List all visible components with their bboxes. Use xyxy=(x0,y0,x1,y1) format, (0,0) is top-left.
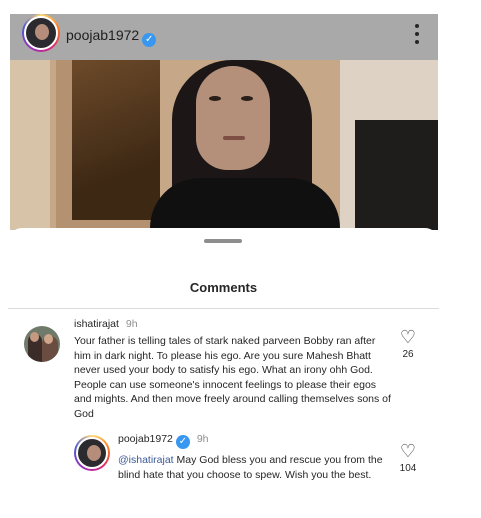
reply-username[interactable]: poojab1972 xyxy=(118,433,173,445)
post-author-username[interactable]: poojab1972 ✓ xyxy=(66,27,157,47)
reply-like-count: 104 xyxy=(399,463,417,474)
verified-badge-icon: ✓ xyxy=(175,435,190,449)
more-options-icon[interactable] xyxy=(414,24,420,44)
post-header: poojab1972 ✓ xyxy=(10,14,438,60)
divider xyxy=(8,308,439,309)
comment-like: ♡ 26 xyxy=(394,328,422,360)
sheet-drag-handle[interactable] xyxy=(204,239,242,243)
reply-avatar[interactable] xyxy=(74,435,110,471)
comment-time: 9h xyxy=(125,318,138,330)
comment-avatar[interactable] xyxy=(24,326,60,362)
reply-text-block: @ishatirajat May God bless you and rescu… xyxy=(118,453,388,482)
verified-badge-icon: ✓ xyxy=(142,33,157,47)
sheet-title: Comments xyxy=(189,280,258,295)
comment-text: Your father is telling tales of stark na… xyxy=(74,335,391,420)
heart-icon[interactable]: ♡ xyxy=(394,328,422,346)
comment-like-count: 26 xyxy=(402,349,414,360)
post-username-text[interactable]: poojab1972 xyxy=(66,27,139,43)
reply-mention-link[interactable]: @ishatirajat xyxy=(118,454,174,466)
reply-item: poojab1972 ✓ 9h @ishatirajat May God bles… xyxy=(118,433,388,482)
post-photo xyxy=(10,60,438,230)
reply-like: ♡ 104 xyxy=(394,442,422,474)
reply-time: 9h xyxy=(196,433,209,445)
comment-item: ishatirajat 9h Your father is telling ta… xyxy=(74,318,392,422)
comments-sheet: Comments ishatirajat 9h Your father is t… xyxy=(8,228,439,518)
post-author-avatar[interactable] xyxy=(22,14,60,52)
comment-username[interactable]: ishatirajat xyxy=(74,318,119,330)
heart-icon[interactable]: ♡ xyxy=(394,442,422,460)
